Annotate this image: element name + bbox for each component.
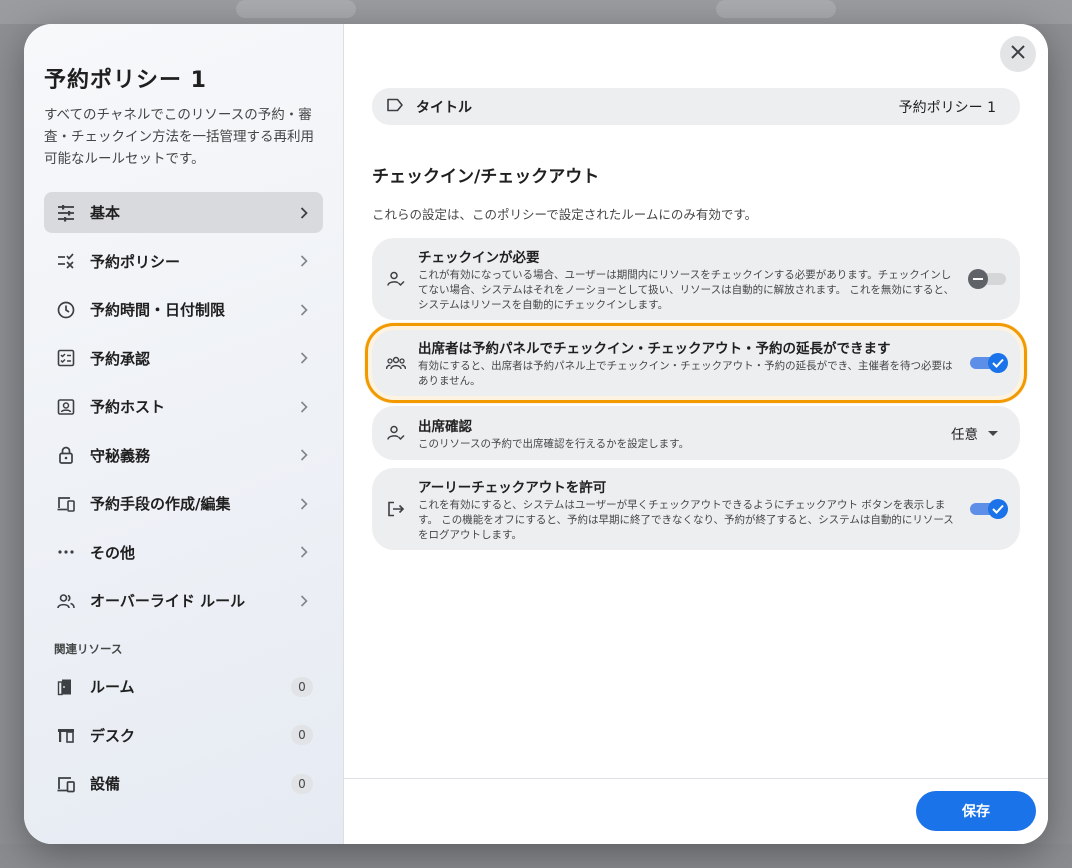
title-field[interactable]: タイトル 予約ポリシー 1 (372, 88, 1020, 125)
sidebar-item-other[interactable]: その他 (44, 532, 323, 573)
door-icon (56, 677, 76, 697)
related-item-label: デスク (90, 726, 136, 745)
related-item-label: 設備 (90, 775, 121, 793)
panel-checkin-toggle[interactable] (970, 353, 1008, 373)
chevron-right-icon (299, 497, 309, 510)
chevron-right-icon (299, 546, 309, 558)
close-icon (1010, 44, 1026, 64)
more-icon (56, 542, 76, 562)
setting-title: アーリーチェックアウトを許可 (418, 479, 607, 496)
count-badge: 0 (291, 773, 313, 794)
lock-icon (56, 445, 76, 465)
related-item-equipment[interactable]: 設備 0 (44, 763, 323, 804)
background-footer (0, 844, 1072, 868)
chevron-right-icon (299, 303, 309, 316)
chevron-right-icon (299, 400, 309, 413)
sidebar-item-label: 予約ポリシー (90, 252, 181, 271)
sidebar-item-booking-policy[interactable]: 予約ポリシー (44, 241, 323, 282)
count-badge: 0 (291, 676, 313, 697)
person-check-icon (386, 269, 406, 289)
sidebar-item-host[interactable]: 予約ホスト (44, 386, 323, 427)
person-check-icon (386, 423, 406, 443)
section-note: これらの設定は、このポリシーで設定されたルームにのみ有効です。 (372, 207, 758, 222)
sidebar-item-label: 予約ホスト (90, 398, 166, 416)
setting-title: チェックインが必要 (418, 249, 540, 266)
logout-icon (386, 499, 406, 519)
sidebar-item-approval[interactable]: 予約承認 (44, 338, 323, 379)
sidebar-item-confidentiality[interactable]: 守秘義務 (44, 435, 323, 476)
related-item-rooms[interactable]: ルーム 0 (44, 666, 323, 707)
approval-icon (56, 348, 76, 368)
sidebar-item-label: 予約承認 (90, 349, 151, 368)
check-icon (988, 353, 1008, 373)
chevron-right-icon (299, 352, 309, 364)
chevron-right-icon (299, 206, 309, 219)
section-heading: チェックイン/チェックアウト (372, 167, 600, 187)
sidebar-item-label: 予約時間・日付制限 (90, 301, 226, 319)
sidebar-nav: 基本 予約ポリシー 予約時間・日付制限 予約承認 予約ホスト 守秘義務 予約手段… (44, 192, 323, 629)
sidebar-item-label: 予約手段の作成/編集 (90, 495, 231, 513)
dialog-footer: 保存 (344, 778, 1048, 844)
background-element (236, 0, 356, 18)
sidebar-item-override-rules[interactable]: オーバーライド ルール (44, 580, 323, 621)
close-button[interactable] (1000, 36, 1036, 72)
tune-icon (56, 203, 76, 223)
setting-description: このリソースの予約で出席確認を行えるかを設定します。 (418, 437, 690, 450)
setting-title: 出席者は予約パネルでチェックイン・チェックアウト・予約の延長ができます (418, 341, 891, 357)
sidebar-item-label: 守秘義務 (90, 446, 151, 465)
setting-card-early-checkout: アーリーチェックアウトを許可 これを有効にすると、システムはユーザーが早くチェッ… (372, 468, 1020, 550)
desk-icon (56, 725, 76, 745)
chevron-right-icon (299, 594, 309, 607)
toggle-knob (968, 269, 988, 289)
count-badge: 0 (291, 725, 313, 745)
sidebar-item-label: オーバーライド ルール (90, 592, 246, 610)
related-resources-list: ルーム 0 デスク 0 設備 0 (44, 666, 323, 812)
setting-description: これを有効にすると、システムはユーザーが早くチェックアウトできるようにチェックア… (418, 498, 954, 541)
sidebar-item-time-limits[interactable]: 予約時間・日付制限 (44, 289, 323, 330)
sidebar-title: 予約ポリシー 1 (44, 68, 207, 93)
sidebar-item-label: 基本 (90, 204, 121, 222)
group-icon (386, 353, 406, 373)
save-button[interactable]: 保存 (916, 791, 1036, 831)
policy-dialog: 予約ポリシー 1 すべてのチャネルでこのリソースの予約・審査・チェックイン方法を… (24, 24, 1048, 844)
label-icon (386, 97, 404, 116)
setting-title: 出席確認 (418, 418, 472, 435)
title-field-label: タイトル (416, 99, 472, 116)
sidebar-description: すべてのチャネルでこのリソースの予約・審査・チェックイン方法を一括管理する再利用… (44, 107, 314, 167)
sidebar-item-label: その他 (90, 543, 136, 562)
background-toolbar (0, 0, 1072, 24)
setting-description: これが有効になっている場合、ユーザーは期間内にリソースをチェックインする必要があ… (418, 268, 955, 311)
setting-card-panel-checkin: 出席者は予約パネルでチェックイン・チェックアウト・予約の延長ができます 有効にす… (365, 323, 1027, 403)
attendance-select-value: 任意 (951, 427, 978, 443)
related-item-desks[interactable]: デスク 0 (44, 715, 323, 756)
related-item-label: ルーム (90, 678, 135, 696)
checklist-icon (56, 251, 76, 271)
setting-card-attendance: 出席確認 このリソースの予約で出席確認を行えるかを設定します。 任意 (372, 406, 1020, 460)
people-icon (56, 591, 76, 611)
dropdown-arrow-icon (988, 430, 998, 436)
check-icon (988, 499, 1008, 519)
related-resources-heading: 関連リソース (54, 642, 123, 656)
chevron-right-icon (299, 255, 309, 267)
chevron-right-icon (299, 449, 309, 461)
clock-icon (56, 300, 76, 320)
attendance-select[interactable]: 任意 (951, 423, 998, 443)
equipment-icon (56, 774, 76, 794)
checkin-required-toggle[interactable] (968, 269, 1006, 289)
main-panel: タイトル 予約ポリシー 1 チェックイン/チェックアウト これらの設定は、このポ… (344, 24, 1048, 844)
sidebar-item-basic[interactable]: 基本 (44, 192, 323, 233)
title-field-value: 予約ポリシー 1 (898, 99, 996, 116)
background-element (716, 0, 836, 18)
devices-icon (56, 494, 76, 514)
host-icon (56, 397, 76, 417)
setting-card-checkin-required: チェックインが必要 これが有効になっている場合、ユーザーは期間内にリソースをチェ… (372, 238, 1020, 320)
sidebar: 予約ポリシー 1 すべてのチャネルでこのリソースの予約・審査・チェックイン方法を… (24, 24, 344, 844)
early-checkout-toggle[interactable] (970, 499, 1008, 519)
sidebar-item-booking-methods[interactable]: 予約手段の作成/編集 (44, 483, 323, 524)
setting-description: 有効にすると、出席者は予約パネル上でチェックイン・チェックアウト・予約の延長がで… (418, 360, 953, 387)
